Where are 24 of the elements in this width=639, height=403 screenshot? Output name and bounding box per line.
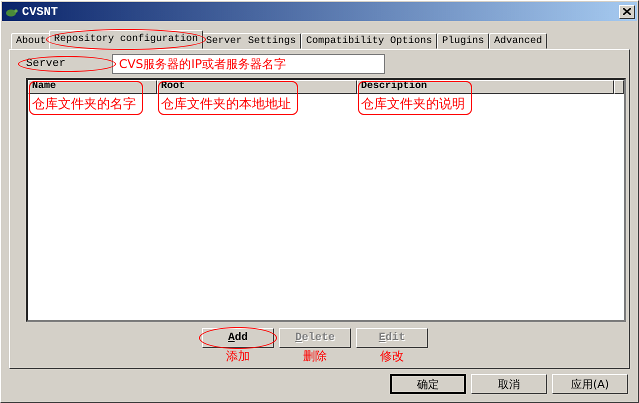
tab[interactable]: Compatibility Options — [301, 33, 438, 49]
tab[interactable]: Plugins — [437, 33, 490, 49]
close-button[interactable] — [619, 4, 635, 18]
dialog-button[interactable]: 确定 — [390, 374, 466, 394]
tab[interactable]: Server Settings — [201, 33, 302, 49]
column-header[interactable]: Description — [357, 80, 614, 94]
close-icon — [623, 8, 631, 15]
annotation-text: 删除 — [303, 349, 327, 363]
annotation-text: 仓库文件夹的说明 — [360, 96, 466, 114]
server-field[interactable]: CVS服务器的IP或者服务器名字 — [112, 54, 385, 74]
column-header[interactable]: Name — [28, 80, 157, 94]
action-button[interactable]: Add — [202, 328, 274, 348]
tab[interactable]: About — [11, 33, 52, 49]
annotation-text: 仓库文件夹的名字 — [31, 96, 137, 114]
dialog-button[interactable]: 取消 — [471, 374, 547, 394]
column-header[interactable] — [614, 80, 624, 94]
tab[interactable]: Advanced — [489, 33, 548, 49]
window-title: CVSNT — [22, 4, 60, 18]
annotation-text: 添加 — [226, 349, 250, 363]
annotation-text: 修改 — [380, 349, 404, 363]
column-header[interactable]: Root — [157, 80, 357, 94]
annotation-text: 仓库文件夹的本地地址 — [160, 96, 292, 114]
tab[interactable]: Repository configuration — [49, 30, 204, 49]
dialog-button[interactable]: 应用(A) — [552, 374, 628, 394]
